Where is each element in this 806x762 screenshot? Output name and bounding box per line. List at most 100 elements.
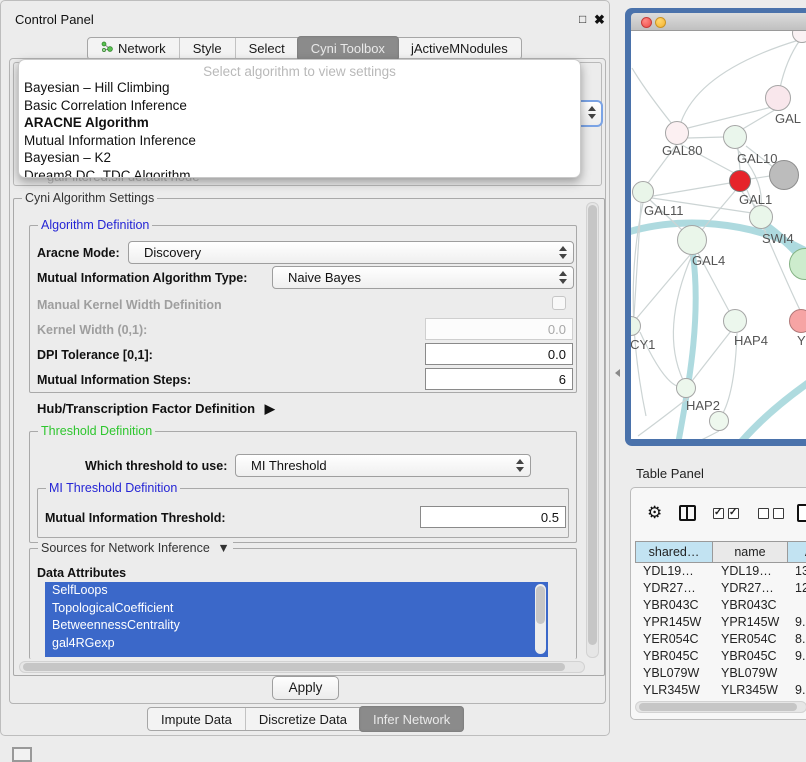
node-label-y: Y [797,333,806,348]
table-horizontal-scrollbar[interactable] [635,701,806,713]
manual-kernel-checkbox[interactable] [552,296,566,310]
minimize-traffic-light-icon[interactable] [655,17,666,28]
tab-select[interactable]: Select [235,38,298,59]
attribute-list-scroll-thumb[interactable] [536,586,545,624]
table-hscroll-thumb[interactable] [639,703,797,711]
table-row[interactable]: YBL079WYBL079W [635,665,806,682]
split-columns-icon[interactable] [679,505,696,521]
settings-vertical-scrollbar[interactable] [586,202,599,658]
table-row[interactable]: YLR345WYLR345W9. [635,682,806,699]
table-row[interactable]: YBR045CYBR045C9. [635,648,806,665]
table-row[interactable]: YDR27…YDR27…12 [635,580,806,597]
tab-infer-network[interactable]: Infer Network [359,706,464,732]
unchecked-checkbox-icon[interactable] [773,508,784,519]
sources-group-title[interactable]: Sources for Network Inference ▼ [38,541,233,555]
network-node-hap2[interactable] [676,378,696,398]
manual-kernel-label: Manual Kernel Width Definition [37,298,222,312]
control-panel-tabs: Network Style Select Cyni Toolbox jActiv… [87,37,522,60]
table-row[interactable]: YBR043CYBR043C [635,597,806,614]
network-node[interactable] [765,85,791,111]
network-node-gal1-selected[interactable] [729,170,751,192]
kernel-width-field[interactable]: 0.0 [425,318,573,340]
table-panel-window: ⚙ shared… name A YDL19…YDL19…13 YDR27…YD… [630,487,806,720]
network-node[interactable] [709,411,729,431]
which-threshold-combobox[interactable]: MI Threshold [235,454,531,477]
tab-network[interactable]: Network [88,38,179,59]
algo-option-aracne[interactable]: ARACNE Algorithm [19,114,580,132]
network-node-gal80[interactable] [665,121,689,145]
node-label-gal4: GAL4 [692,253,725,268]
close-panel-icon[interactable]: ✖ [594,12,605,28]
network-window-titlebar[interactable] [631,13,806,31]
mi-steps-label: Mutual Information Steps: [37,373,191,387]
dpi-tolerance-label: DPI Tolerance [0,1]: [37,348,153,362]
network-node-salmon[interactable] [789,309,806,333]
attribute-list-scrollbar[interactable] [535,584,546,654]
algo-option-bayesian-hill-climbing[interactable]: Bayesian – Hill Climbing [19,79,580,97]
algorithm-definition-title: Algorithm Definition [38,218,152,232]
table-row[interactable]: YPR145WYPR145W9. [635,614,806,631]
attr-item-selfloops[interactable]: SelfLoops [45,582,548,600]
mi-threshold-field[interactable]: 0.5 [420,506,566,528]
settings-hscroll-thumb[interactable] [23,663,565,671]
threshold-definition-title: Threshold Definition [38,424,155,438]
mi-threshold-group-title: MI Threshold Definition [46,481,180,495]
apply-button[interactable]: Apply [272,676,339,700]
tab-cyni-toolbox[interactable]: Cyni Toolbox [297,36,399,61]
tab-jactivemnodules[interactable]: jActiveMNodules [398,38,521,59]
partial-toolbar-icon[interactable] [12,747,32,762]
algorithm-dropdown-popup: Select algorithm to view settings Bayesi… [18,59,581,178]
settings-horizontal-scrollbar[interactable] [19,661,585,673]
table-row[interactable]: YER054CYER054C8. [635,631,806,648]
dpi-tolerance-field[interactable]: 0.0 [425,343,573,365]
close-traffic-light-icon[interactable] [641,17,652,28]
tab-discretize-data[interactable]: Discretize Data [245,708,360,730]
tab-style[interactable]: Style [179,38,235,59]
control-panel-window: Control Panel □ ✖ Network Style Select C… [0,0,610,736]
network-node-hap4[interactable] [723,309,747,333]
algo-option-bayesian-k2[interactable]: Bayesian – K2 [19,149,580,167]
zoom-traffic-light-icon[interactable] [669,17,680,28]
column-header-shared-name[interactable]: shared… [635,541,713,563]
hub-definition-toggle[interactable]: Hub/Transcription Factor Definition ▶ [37,401,275,417]
node-label-swi4: SWI4 [762,231,794,246]
network-node-gal10[interactable] [723,125,747,149]
mi-steps-field[interactable]: 6 [425,368,573,390]
aracne-mode-combobox[interactable]: Discovery [128,241,574,264]
column-header-name[interactable]: name [712,541,788,563]
settings-vscroll-thumb[interactable] [588,205,597,645]
algo-option-dream8[interactable]: Dream8 DC_TDC Algorithm [19,167,580,179]
checked-checkbox-icon[interactable] [713,508,724,519]
node-label-hap4: HAP4 [734,333,768,348]
network-node-swi4[interactable] [749,205,773,229]
column-header-clipped[interactable]: A [787,541,806,563]
mi-type-combobox[interactable]: Naive Bayes [272,266,574,289]
attr-item-betweennesscentrality[interactable]: BetweennessCentrality [45,617,548,635]
attr-item-topologicalcoefficient[interactable]: TopologicalCoefficient [45,600,548,618]
algo-option-mutual-information[interactable]: Mutual Information Inference [19,132,580,150]
float-window-icon[interactable]: □ [579,12,586,26]
network-node-gal11[interactable] [632,181,654,203]
algo-option-basic-correlation[interactable]: Basic Correlation Inference [19,97,580,115]
network-icon [101,41,113,56]
attr-item-gal4rgexp[interactable]: gal4RGexp [45,635,548,653]
splitpane-collapse-icon[interactable] [615,369,620,377]
checked-checkbox-icon[interactable] [728,508,739,519]
table-panel-title: Table Panel [636,466,704,481]
settings-group-title: Cyni Algorithm Settings [22,191,157,205]
combo-stepper-icon [559,246,567,259]
network-view-canvas[interactable]: GAL GAL80 GAL10 GAL1 GAL11 SWI4 GAL4 GCY… [631,31,806,439]
collapse-arrow-icon: ▼ [217,541,229,555]
tab-impute-data[interactable]: Impute Data [148,708,245,730]
aracne-mode-label: Aracne Mode: [37,246,120,260]
gear-icon[interactable]: ⚙ [647,503,662,523]
mi-type-label: Mutual Information Algorithm Type: [37,271,247,285]
unchecked-checkbox-icon[interactable] [758,508,769,519]
network-node-gal4[interactable] [677,225,707,255]
mi-threshold-label: Mutual Information Threshold: [45,511,226,525]
data-attributes-list: SelfLoops TopologicalCoefficient Between… [45,582,548,657]
screen: { "control_panel": { "title": "Control P… [0,0,806,762]
table-row[interactable]: YDL19…YDL19…13 [635,563,806,580]
node-label: GAL [775,111,801,126]
document-icon[interactable] [797,504,806,522]
